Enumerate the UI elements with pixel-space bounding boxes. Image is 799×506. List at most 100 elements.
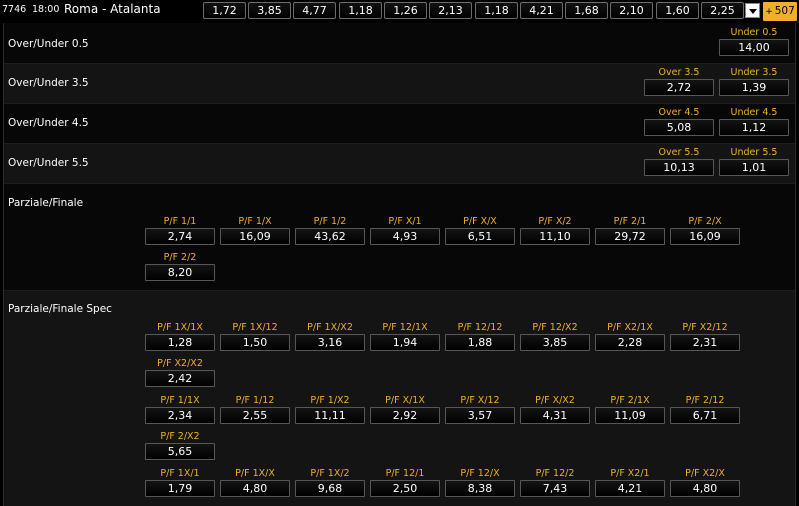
odd-cell[interactable]: P/F 12/1X 1,94 xyxy=(370,322,440,354)
odd-cell[interactable]: P/F 2/2 8,20 xyxy=(145,252,215,284)
odd-cell[interactable]: Over 3.5 2,72 xyxy=(644,67,714,99)
odd-value[interactable]: 1,94 xyxy=(370,334,440,351)
odd-cell[interactable]: Over 4.5 5,08 xyxy=(644,107,714,139)
odd-value[interactable]: 1,79 xyxy=(145,480,215,497)
odd-cell[interactable]: P/F X2/12 2,31 xyxy=(670,322,740,354)
odd-cell[interactable]: P/F X2/1X 2,28 xyxy=(595,322,665,354)
odd-value[interactable]: 2,28 xyxy=(595,334,665,351)
odd-cell[interactable]: Over 5.5 10,13 xyxy=(644,147,714,179)
odd-cell[interactable]: P/F 2/12 6,71 xyxy=(670,395,740,427)
odd-cell[interactable]: P/F X/X 6,51 xyxy=(445,216,515,248)
odd-value[interactable]: 8,20 xyxy=(145,264,215,281)
odd-value[interactable]: 14,00 xyxy=(719,39,789,56)
odd-button[interactable]: 4,21 xyxy=(520,2,563,19)
odd-cell[interactable]: P/F 1/X 16,09 xyxy=(220,216,290,248)
odd-cell[interactable]: P/F X/X2 4,31 xyxy=(520,395,590,427)
odd-button[interactable]: 2,10 xyxy=(610,2,653,19)
odd-cell[interactable]: P/F 1/2 43,62 xyxy=(295,216,365,248)
odd-cell[interactable]: P/F X2/X2 2,42 xyxy=(145,358,215,390)
odd-cell[interactable]: P/F 1/1X 2,34 xyxy=(145,395,215,427)
expand-button[interactable] xyxy=(745,3,760,18)
odd-cell[interactable]: P/F 12/12 1,88 xyxy=(445,322,515,354)
odd-value[interactable]: 16,09 xyxy=(220,228,290,245)
odd-cell[interactable]: Under 0.5 14,00 xyxy=(719,27,789,59)
odd-value[interactable]: 4,80 xyxy=(220,480,290,497)
odd-value[interactable]: 4,31 xyxy=(520,407,590,424)
odd-value[interactable]: 1,39 xyxy=(719,79,789,96)
odd-cell[interactable]: P/F X2/X 4,80 xyxy=(670,468,740,500)
odd-cell[interactable]: Under 3.5 1,39 xyxy=(719,67,789,99)
odd-button[interactable]: 1,60 xyxy=(656,2,699,19)
odd-value[interactable]: 1,50 xyxy=(220,334,290,351)
odd-value[interactable]: 1,28 xyxy=(145,334,215,351)
odd-value[interactable]: 6,51 xyxy=(445,228,515,245)
odd-button[interactable]: 2,25 xyxy=(701,2,744,19)
odd-cell[interactable]: P/F X/1X 2,92 xyxy=(370,395,440,427)
odd-value[interactable]: 2,34 xyxy=(145,407,215,424)
odd-cell[interactable]: P/F 1X/2 9,68 xyxy=(295,468,365,500)
odd-cell[interactable]: P/F 1/X2 11,11 xyxy=(295,395,365,427)
odd-cell[interactable]: Under 5.5 1,01 xyxy=(719,147,789,179)
odd-value[interactable]: 1,88 xyxy=(445,334,515,351)
odd-value[interactable]: 5,08 xyxy=(644,119,714,136)
odd-button[interactable]: 4,77 xyxy=(293,2,336,19)
odd-value[interactable]: 9,68 xyxy=(295,480,365,497)
odd-cell[interactable]: P/F 12/1 2,50 xyxy=(370,468,440,500)
more-markets-button[interactable]: +507 xyxy=(763,2,797,21)
odd-button[interactable]: 1,26 xyxy=(384,2,427,19)
odd-value[interactable]: 2,42 xyxy=(145,370,215,387)
odd-value[interactable]: 2,55 xyxy=(220,407,290,424)
odd-value[interactable]: 43,62 xyxy=(295,228,365,245)
odd-cell[interactable]: Under 4.5 1,12 xyxy=(719,107,789,139)
odd-value[interactable]: 1,12 xyxy=(719,119,789,136)
odd-value[interactable]: 2,92 xyxy=(370,407,440,424)
odd-cell[interactable]: P/F 2/1X 11,09 xyxy=(595,395,665,427)
odd-cell[interactable]: P/F 2/1 29,72 xyxy=(595,216,665,248)
odd-cell[interactable]: P/F X/2 11,10 xyxy=(520,216,590,248)
odd-value[interactable]: 10,13 xyxy=(644,159,714,176)
odd-cell[interactable]: P/F 12/X 8,38 xyxy=(445,468,515,500)
odd-cell[interactable]: P/F 2/X2 5,65 xyxy=(145,431,215,463)
odd-cell[interactable]: P/F 1X/12 1,50 xyxy=(220,322,290,354)
odd-value[interactable]: 16,09 xyxy=(670,228,740,245)
odd-cell[interactable]: P/F X2/1 4,21 xyxy=(595,468,665,500)
odd-cell[interactable]: P/F 12/2 7,43 xyxy=(520,468,590,500)
odd-value[interactable]: 29,72 xyxy=(595,228,665,245)
odd-button[interactable]: 2,13 xyxy=(429,2,472,19)
odd-button[interactable]: 1,72 xyxy=(203,2,246,19)
odd-value[interactable]: 2,72 xyxy=(644,79,714,96)
odd-cell[interactable]: P/F 1X/X 4,80 xyxy=(220,468,290,500)
odd-value[interactable]: 2,50 xyxy=(370,480,440,497)
odd-value[interactable]: 1,01 xyxy=(719,159,789,176)
odd-cell[interactable]: P/F 1X/1 1,79 xyxy=(145,468,215,500)
odd-value[interactable]: 4,93 xyxy=(370,228,440,245)
odd-cell[interactable]: P/F X/1 4,93 xyxy=(370,216,440,248)
odd-value[interactable]: 4,21 xyxy=(595,480,665,497)
odd-cell[interactable]: P/F X/12 3,57 xyxy=(445,395,515,427)
odd-button[interactable]: 1,18 xyxy=(339,2,382,19)
odd-label: P/F X2/1X xyxy=(607,322,653,333)
odd-button[interactable]: 1,18 xyxy=(475,2,518,19)
odd-value[interactable]: 5,65 xyxy=(145,443,215,460)
odd-cell[interactable]: P/F 1X/1X 1,28 xyxy=(145,322,215,354)
odd-label: P/F X/1X xyxy=(385,395,425,406)
odd-cell[interactable]: P/F 1/12 2,55 xyxy=(220,395,290,427)
odd-cell[interactable]: P/F 2/X 16,09 xyxy=(670,216,740,248)
odd-value[interactable]: 2,74 xyxy=(145,228,215,245)
odd-value[interactable]: 3,85 xyxy=(520,334,590,351)
odd-cell[interactable]: P/F 12/X2 3,85 xyxy=(520,322,590,354)
odd-value[interactable]: 3,16 xyxy=(295,334,365,351)
odd-value[interactable]: 8,38 xyxy=(445,480,515,497)
odd-value[interactable]: 6,71 xyxy=(670,407,740,424)
odd-value[interactable]: 4,80 xyxy=(670,480,740,497)
odd-value[interactable]: 2,31 xyxy=(670,334,740,351)
odd-button[interactable]: 1,68 xyxy=(565,2,608,19)
odd-value[interactable]: 11,11 xyxy=(295,407,365,424)
odd-value[interactable]: 7,43 xyxy=(520,480,590,497)
odd-cell[interactable]: P/F 1X/X2 3,16 xyxy=(295,322,365,354)
odd-value[interactable]: 3,57 xyxy=(445,407,515,424)
odd-value[interactable]: 11,10 xyxy=(520,228,590,245)
odd-value[interactable]: 11,09 xyxy=(595,407,665,424)
odd-cell[interactable]: P/F 1/1 2,74 xyxy=(145,216,215,248)
odd-button[interactable]: 3,85 xyxy=(248,2,291,19)
